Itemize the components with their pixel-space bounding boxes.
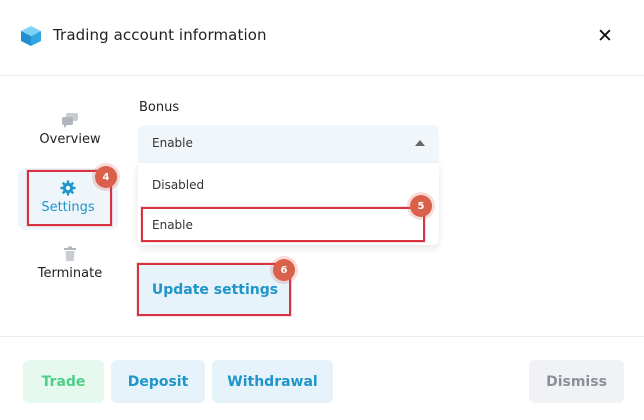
trade-button[interactable]: Trade bbox=[23, 360, 104, 403]
sidebar-item-label: Terminate bbox=[37, 266, 103, 281]
sidebar-item-label: Overview bbox=[39, 132, 101, 147]
sidebar-item-terminate[interactable]: Terminate bbox=[28, 246, 112, 292]
option-disabled[interactable]: Disabled bbox=[138, 165, 439, 205]
option-enable[interactable]: Enable bbox=[138, 205, 439, 245]
bonus-dropdown: Disabled Enable bbox=[138, 163, 439, 245]
dialog-title: Trading account information bbox=[53, 26, 267, 44]
step-badge-5: 5 bbox=[410, 195, 432, 217]
cube-logo-icon bbox=[21, 26, 41, 46]
caret-up-icon bbox=[415, 140, 425, 146]
bonus-label: Bonus bbox=[139, 100, 180, 115]
dismiss-button[interactable]: Dismiss bbox=[529, 360, 624, 403]
deposit-button[interactable]: Deposit bbox=[111, 360, 205, 403]
step-badge-6: 6 bbox=[273, 259, 295, 281]
sidebar-item-label: Settings bbox=[41, 200, 95, 215]
withdrawal-button[interactable]: Withdrawal bbox=[212, 360, 333, 403]
bonus-select-value: Enable bbox=[152, 136, 193, 150]
sidebar-item-overview[interactable]: Overview bbox=[28, 112, 112, 158]
trash-icon bbox=[64, 246, 76, 261]
gear-icon bbox=[60, 180, 76, 196]
footer-divider bbox=[0, 336, 644, 337]
step-badge-4: 4 bbox=[95, 166, 117, 188]
update-settings-button[interactable]: Update settings bbox=[138, 264, 292, 316]
close-icon[interactable]: ✕ bbox=[594, 25, 616, 47]
chat-bubbles-icon bbox=[62, 113, 78, 128]
dialog-header: Trading account information ✕ bbox=[0, 0, 644, 76]
bonus-select[interactable]: Enable bbox=[138, 125, 439, 163]
